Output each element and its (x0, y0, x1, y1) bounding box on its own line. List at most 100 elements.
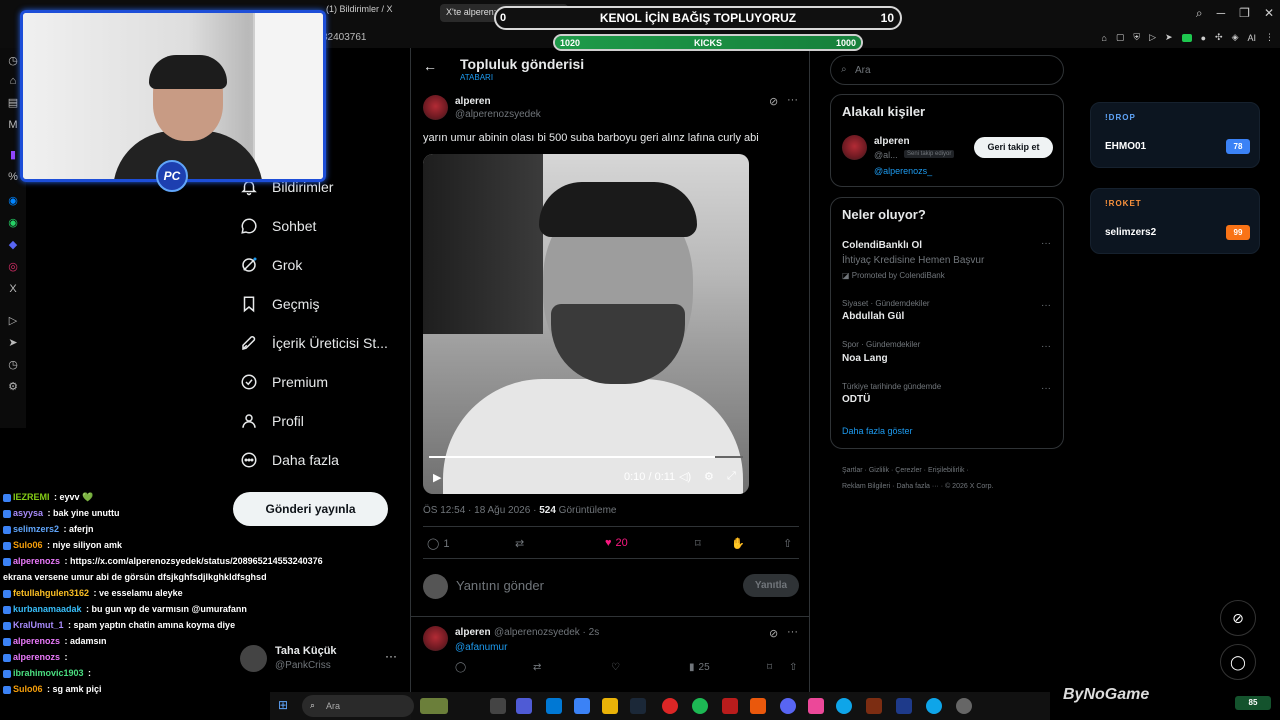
reply-author-handle[interactable]: @alperenozsyedek · 2s (494, 627, 599, 638)
footer-line[interactable]: Şartlar · Gizlilik · Çerezler · Erişileb… (842, 463, 1032, 479)
play-icon[interactable]: ▶ (433, 471, 441, 484)
more-options-button[interactable]: ··· (787, 94, 798, 106)
discord-icon[interactable]: ◆ (6, 238, 20, 252)
more-options-button[interactable]: ··· (385, 649, 397, 663)
photoshop-icon[interactable] (896, 698, 912, 714)
steam-icon[interactable] (630, 698, 646, 714)
repost-action[interactable]: ⇄ (515, 537, 524, 550)
more-options-button[interactable]: ··· (787, 626, 798, 638)
menu-icon[interactable]: ⋮ (1265, 32, 1274, 43)
nav-item-bookmarks[interactable]: Geçmiş (240, 295, 319, 313)
shield-icon[interactable]: ⛨ (1133, 32, 1140, 43)
fullscreen-icon[interactable]: ⤢ (727, 470, 736, 483)
more-options-button[interactable]: ··· (1041, 238, 1051, 249)
more-options-button[interactable]: ··· (1041, 383, 1051, 394)
clock-icon[interactable]: ◷ (6, 358, 20, 372)
address-url[interactable]: 32403761 (322, 32, 367, 43)
search-input[interactable] (855, 62, 1055, 78)
send-icon[interactable]: ➤ (6, 336, 20, 350)
play-icon[interactable]: ▷ (1149, 32, 1156, 43)
grok-icon[interactable]: ⊘ (769, 627, 778, 640)
app-icon[interactable] (808, 698, 824, 714)
illustrator-icon[interactable] (866, 698, 882, 714)
like-action[interactable]: ♡ (611, 662, 620, 673)
chat-username[interactable]: kurbanamaadak (13, 604, 82, 614)
trend-name[interactable]: Abdullah Gül (842, 311, 904, 322)
nav-item-creator-studio[interactable]: İçerik Üreticisi St... (240, 334, 388, 352)
chat-username[interactable]: asyysa (13, 508, 43, 518)
reply-mention[interactable]: @afanumur (455, 642, 507, 653)
more-options-button[interactable]: ··· (1041, 300, 1051, 311)
chat-app-icon[interactable] (516, 698, 532, 714)
edge-icon[interactable] (926, 698, 942, 714)
windows-start-icon[interactable]: ⊞ (278, 698, 294, 714)
messages-fab[interactable]: ◯ (1220, 644, 1256, 680)
footer-line[interactable]: Reklam Bilgileri · Daha fazla ··· · © 20… (842, 479, 1032, 495)
wallet-icon[interactable]: ◈ (1232, 32, 1239, 43)
vscode-icon[interactable] (546, 698, 562, 714)
history-icon[interactable]: ◷ (6, 54, 20, 68)
share-action[interactable]: ⇧ (783, 537, 792, 550)
reply-button[interactable]: Yanıtla (743, 574, 799, 597)
opera-icon[interactable] (662, 698, 678, 714)
chat-username[interactable]: KralUmut_1 (13, 620, 64, 630)
settings-icon[interactable]: ⚙ (704, 470, 714, 483)
reply-input[interactable]: Yanıtını gönder (456, 578, 544, 593)
app-icon[interactable] (574, 698, 590, 714)
screenshot-icon[interactable]: ▢ (1116, 32, 1125, 43)
tab-notifications[interactable]: (1) Bildirimler / X (326, 4, 393, 22)
show-more-link[interactable]: Daha fazla göster (842, 426, 913, 436)
weather-icon[interactable] (420, 698, 448, 714)
back-button[interactable]: ← (423, 58, 437, 74)
volume-icon[interactable]: ◁) (679, 470, 691, 483)
views-action[interactable]: ▮ 25 (689, 662, 710, 673)
spotify-icon[interactable] (692, 698, 708, 714)
trend-name[interactable]: Noa Lang (842, 353, 888, 364)
post-author-handle[interactable]: @alperenozsyedek (455, 109, 541, 120)
wallet-icon[interactable]: ▤ (6, 96, 20, 110)
avatar[interactable] (842, 135, 867, 160)
nav-item-more[interactable]: Daha fazla (240, 451, 339, 469)
grok-fab[interactable]: ⊘ (1220, 600, 1256, 636)
trend-name[interactable]: ODTÜ (842, 394, 870, 405)
messenger-icon[interactable]: ◉ (6, 194, 20, 208)
app-icon[interactable] (836, 698, 852, 714)
chat-username[interactable]: alperenozs (13, 636, 60, 646)
community-name[interactable]: ATABARI (460, 73, 493, 82)
app-icon[interactable] (722, 698, 738, 714)
app-icon[interactable] (750, 698, 766, 714)
taskview-icon[interactable] (490, 698, 506, 714)
reply-action[interactable]: ◯ 1 (427, 537, 449, 551)
folder-icon[interactable] (602, 698, 618, 714)
extension-icon[interactable]: ● (1201, 33, 1206, 43)
repost-action[interactable]: ⇄ (533, 662, 541, 673)
twitch-icon[interactable]: ▮ (6, 148, 20, 162)
home-icon[interactable]: ⌂ (6, 74, 20, 88)
like-action[interactable]: ♥ 20 (605, 537, 628, 549)
percent-icon[interactable]: % (6, 170, 20, 184)
close-button[interactable]: ✕ (1264, 6, 1274, 21)
reply-author-name[interactable]: alperen (455, 627, 491, 638)
post-author-name[interactable]: alperen (455, 96, 491, 107)
mail-icon[interactable]: M (6, 118, 20, 132)
search-tabs-icon[interactable]: ⌕ (1196, 6, 1203, 21)
chat-username[interactable]: selimzers2 (13, 524, 59, 534)
more-options-button[interactable]: ··· (1041, 341, 1051, 352)
minimize-button[interactable]: ─ (1217, 6, 1226, 21)
video-player[interactable]: ▶ 0:10 / 0:11 ◁) ⚙ ⤢ (423, 154, 749, 494)
nav-item-grok[interactable]: Grok (240, 256, 302, 274)
video-scrubber[interactable] (429, 456, 743, 458)
grok-icon[interactable]: ⊘ (769, 95, 778, 108)
chat-username[interactable]: ibrahimovic1903 (13, 668, 84, 678)
share-action[interactable]: ⇧ (789, 662, 797, 673)
person-name[interactable]: alperen (874, 136, 910, 147)
whatsapp-icon[interactable]: ◉ (6, 216, 20, 230)
trend-name[interactable]: ColendiBanklı Ol (842, 240, 922, 251)
discord-icon[interactable] (780, 698, 796, 714)
instagram-icon[interactable]: ◎ (6, 260, 20, 274)
follow-back-button[interactable]: Geri takip et (974, 137, 1053, 158)
person-handle[interactable]: @al... (874, 150, 898, 160)
bio-link[interactable]: @alperenozs_ (874, 166, 932, 176)
bookmark-action[interactable]: ⌑ (767, 662, 772, 673)
battery-icon[interactable] (1181, 33, 1192, 42)
